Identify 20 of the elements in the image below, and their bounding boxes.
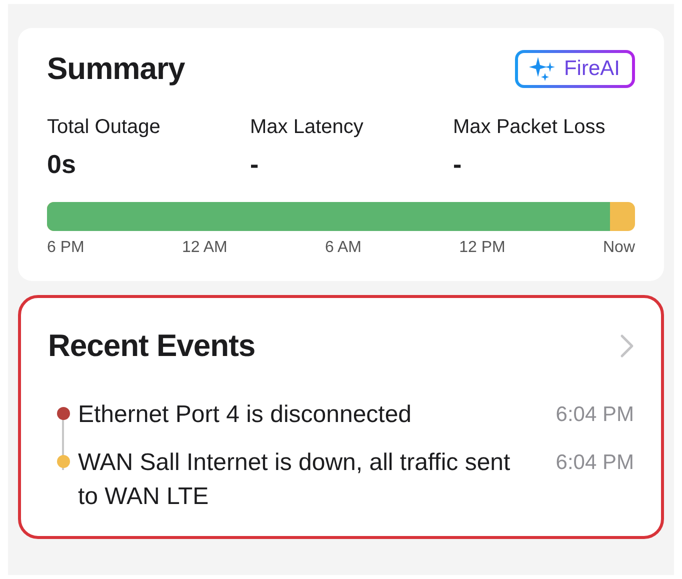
metric-value: 0s xyxy=(47,149,77,180)
chevron-right-icon[interactable] xyxy=(620,334,634,358)
event-text: WAN Sall Internet is down, all traffic sent to WAN LTE xyxy=(78,448,512,512)
sparkle-icon xyxy=(528,56,556,82)
time-label: 12 PM xyxy=(459,239,506,257)
metric-value: - xyxy=(453,149,463,180)
event-text: Ethernet Port 4 is disconnected xyxy=(78,400,413,430)
event-time: 6:04 PM xyxy=(556,402,634,428)
event-time: 6:04 PM xyxy=(556,450,634,476)
card-title: Summary xyxy=(47,51,185,87)
time-label: 6 PM xyxy=(47,239,84,257)
time-label: 12 AM xyxy=(182,239,228,257)
metric-label: Total Outage xyxy=(47,116,162,139)
card-title: Recent Events xyxy=(48,328,256,364)
metric-label: Max Packet Loss xyxy=(453,116,606,139)
events-card[interactable]: Recent Events Ethernet Port 4 is disconnected 6:04 PM WAN Sall Internet is down, all traffic sent to WAN LTE 6:04 PM xyxy=(18,295,664,539)
metric-value: - xyxy=(250,149,260,180)
time-label: 6 AM xyxy=(324,239,362,257)
metric-label: Max Latency xyxy=(250,116,364,139)
time-label: Now xyxy=(602,239,635,257)
